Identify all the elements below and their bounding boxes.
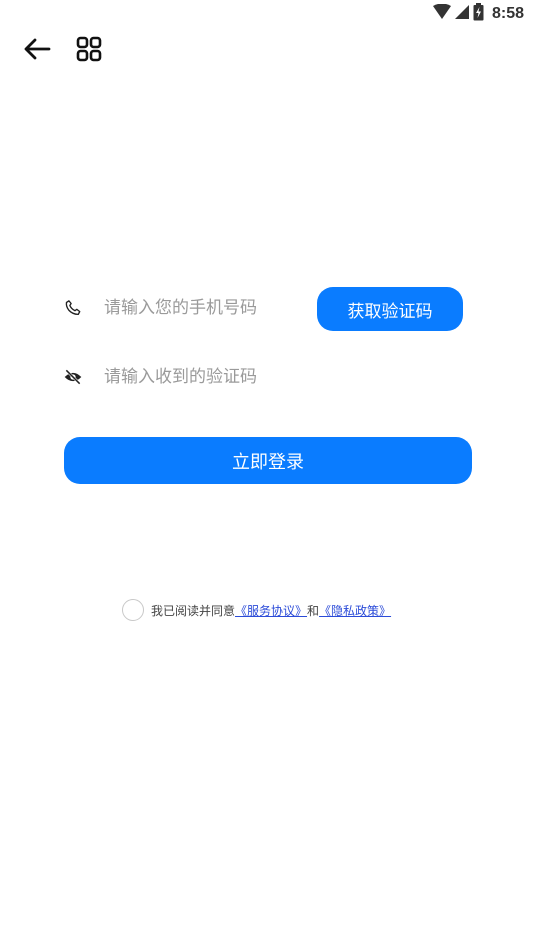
code-field-row — [62, 355, 472, 399]
battery-icon — [473, 3, 484, 25]
wifi-icon — [432, 3, 451, 24]
login-button[interactable]: 立即登录 — [64, 437, 472, 484]
login-screen: 8:58 获取验证码 — [0, 0, 534, 950]
phone-input[interactable] — [104, 290, 309, 326]
agreement-row: 我已阅读并同意 《服务协议》 和 《隐私政策》 — [122, 598, 391, 622]
grid-icon — [76, 36, 102, 66]
arrow-left-icon — [23, 37, 51, 65]
agreement-conjunction: 和 — [307, 603, 320, 618]
agree-checkbox[interactable] — [122, 599, 144, 621]
eye-off-icon — [62, 366, 84, 388]
code-input[interactable] — [104, 359, 309, 395]
grid-menu-button[interactable] — [73, 36, 105, 66]
agreement-prefix: 我已阅读并同意 — [151, 603, 236, 618]
status-bar: 8:58 — [0, 0, 534, 28]
back-button[interactable] — [20, 36, 54, 66]
status-icons: 8:58 — [432, 3, 524, 25]
privacy-policy-link[interactable]: 《隐私政策》 — [319, 602, 391, 619]
cell-signal-icon — [454, 4, 470, 24]
phone-field-row: 获取验证码 — [62, 286, 472, 331]
service-agreement-link[interactable]: 《服务协议》 — [235, 602, 307, 619]
phone-icon — [62, 297, 84, 319]
get-code-button[interactable]: 获取验证码 — [317, 287, 463, 331]
status-time: 8:58 — [491, 5, 524, 22]
